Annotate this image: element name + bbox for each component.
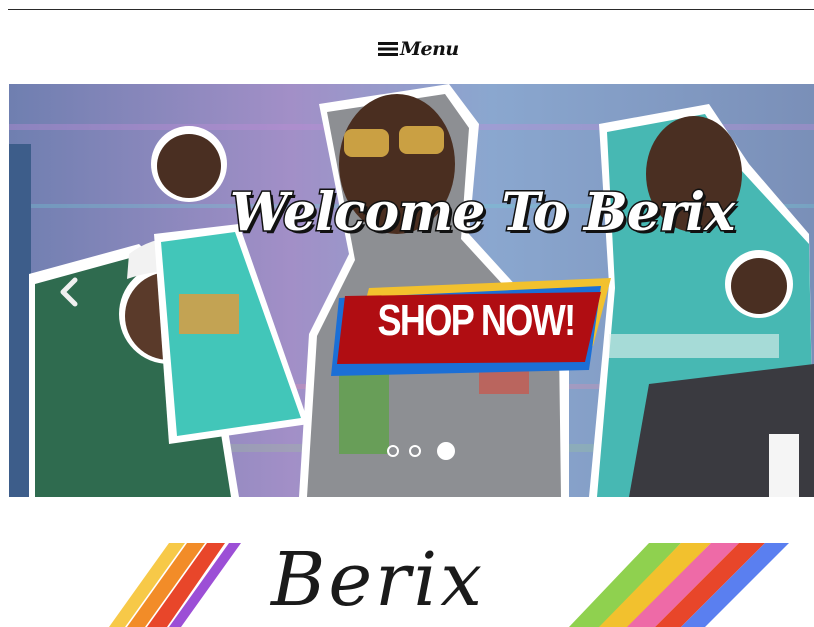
carousel-dot-2[interactable] bbox=[409, 445, 421, 457]
brand-banner: Berix bbox=[9, 497, 814, 627]
hero-title: Welcome To Berix bbox=[228, 181, 736, 245]
shop-now-label: SHOP NOW! bbox=[377, 296, 576, 345]
carousel-indicators bbox=[387, 440, 455, 462]
brand-logo: Berix bbox=[271, 537, 485, 623]
carousel-dot-1[interactable] bbox=[387, 445, 399, 457]
page: Menu Welcome To Berix SHOP NOW! Berix bbox=[0, 0, 814, 627]
shop-now-button[interactable]: SHOP NOW! bbox=[331, 278, 621, 378]
chevron-left-icon[interactable] bbox=[51, 274, 87, 310]
top-divider bbox=[8, 9, 814, 10]
hamburger-icon bbox=[378, 41, 398, 57]
menu-label: Menu bbox=[400, 38, 459, 60]
menu-button[interactable]: Menu bbox=[378, 36, 459, 62]
carousel-dot-3[interactable] bbox=[437, 442, 455, 460]
hero-carousel[interactable]: Welcome To Berix SHOP NOW! bbox=[9, 84, 814, 497]
